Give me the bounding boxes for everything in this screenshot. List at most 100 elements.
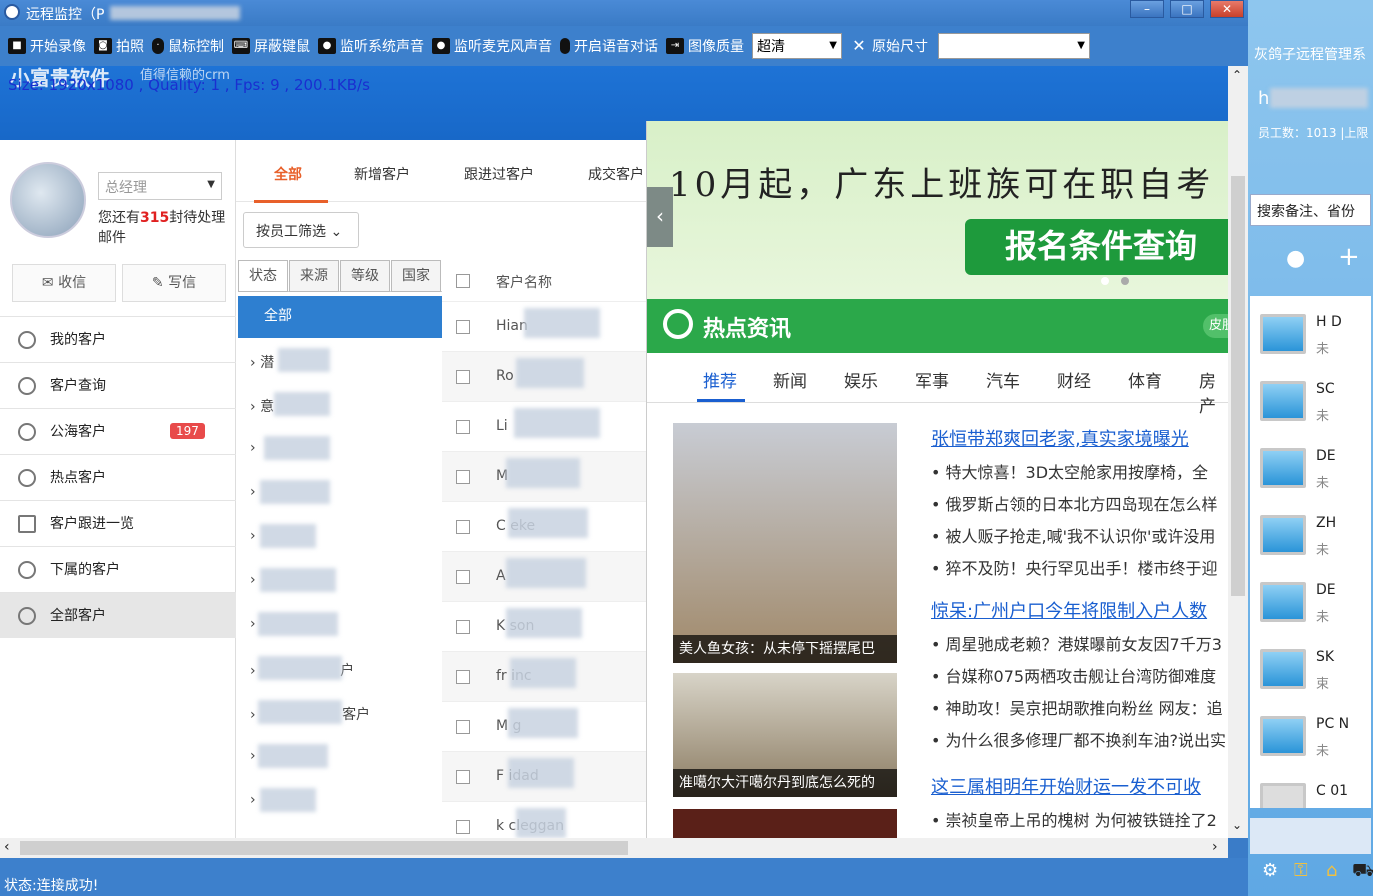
extra-select[interactable]: ▼ xyxy=(938,33,1090,59)
headline-link[interactable]: 张恒带郑爽回老家,真实家境曝光 xyxy=(931,425,1189,451)
client-search-input[interactable]: 搜索备注、省份 xyxy=(1250,194,1371,226)
listen-mic-button[interactable]: ● 监听麦克风声音 xyxy=(432,36,552,56)
gear-icon[interactable]: ⚙ xyxy=(1262,860,1278,881)
headline-link[interactable]: 这三属相明年开始财运一发不可收 xyxy=(931,773,1201,799)
news-tab-recommend[interactable]: 推荐 xyxy=(703,367,737,392)
scroll-thumb[interactable] xyxy=(1231,176,1245,596)
status-item-all[interactable]: 全部 xyxy=(238,296,442,338)
subtab-source[interactable]: 来源 xyxy=(289,260,339,292)
headline-link[interactable]: 惊呆:广州户口今年将限制入户人数 xyxy=(931,597,1207,623)
maximize-button[interactable]: □ xyxy=(1170,0,1204,18)
nav-subordinate-customers[interactable]: 下属的客户 xyxy=(0,546,236,592)
news-link[interactable]: • 崇祯皇帝上吊的槐树 为何被铁链拴了2 xyxy=(931,807,1217,831)
row-checkbox[interactable] xyxy=(456,370,470,384)
row-checkbox[interactable] xyxy=(456,320,470,334)
record-button[interactable]: ■ 开始录像 xyxy=(8,36,86,56)
news-link[interactable]: • 猝不及防！央行罕见出手！楼市终于迎 xyxy=(931,555,1218,579)
news-link[interactable]: • 神助攻！吴京把胡歌推向粉丝 网友：追 xyxy=(931,695,1223,719)
status-item[interactable]: › xyxy=(250,572,256,588)
news-tab-news[interactable]: 新闻 xyxy=(773,367,807,392)
news-link[interactable]: • 特大惊喜！3D太空舱家用按摩椅，全 xyxy=(931,459,1208,483)
row-checkbox[interactable] xyxy=(456,670,470,684)
select-all-checkbox[interactable] xyxy=(456,274,470,288)
row-checkbox[interactable] xyxy=(456,720,470,734)
carousel-dot[interactable] xyxy=(1121,277,1129,285)
news-image-3[interactable] xyxy=(673,809,897,838)
news-tab-ent[interactable]: 娱乐 xyxy=(844,367,878,392)
row-checkbox[interactable] xyxy=(456,570,470,584)
news-link[interactable]: • 台媒称075两栖攻击舰让台湾防御难度 xyxy=(931,663,1216,687)
chevron-left-icon[interactable]: ‹ xyxy=(4,839,10,855)
collapse-button[interactable]: ‹ xyxy=(647,187,673,247)
client-item[interactable]: H D 未 xyxy=(1254,306,1370,366)
news-tab-finance[interactable]: 财经 xyxy=(1057,367,1091,392)
nav-hot-customers[interactable]: 热点客户 xyxy=(0,454,236,500)
minimize-button[interactable]: – xyxy=(1130,0,1164,18)
client-item[interactable]: DE 未 xyxy=(1254,440,1370,500)
key-icon[interactable]: ⚿ xyxy=(1294,860,1308,881)
nav-my-customers[interactable]: 我的客户 xyxy=(0,316,236,362)
close-button[interactable]: ✕ xyxy=(1210,0,1244,18)
banner-button[interactable]: 报名条件查询 xyxy=(965,219,1228,275)
role-select[interactable]: 总经理 ▼ xyxy=(98,172,222,200)
tab-followed[interactable]: 跟进过客户 xyxy=(464,164,534,184)
tab-new[interactable]: 新增客户 xyxy=(354,164,410,184)
quality-select[interactable]: 超清 ▼ xyxy=(752,33,842,59)
news-link[interactable]: • 俄罗斯占领的日本北方四岛现在怎么样 xyxy=(931,491,1218,515)
employee-filter[interactable]: 按员工筛选 ⌄ xyxy=(243,212,359,248)
subtab-country[interactable]: 国家 xyxy=(391,260,441,292)
status-item[interactable]: › xyxy=(250,440,256,456)
carousel-dot[interactable] xyxy=(1101,277,1109,285)
tab-closed[interactable]: 成交客户 xyxy=(588,164,644,184)
nav-public-customers[interactable]: 公海客户 197 xyxy=(0,408,236,454)
news-tab-auto[interactable]: 汽车 xyxy=(986,367,1020,392)
status-item[interactable]: › xyxy=(250,528,256,544)
skin-button[interactable]: 皮肤 xyxy=(1203,314,1228,338)
original-size-button[interactable]: ✕ 原始尺寸 xyxy=(850,36,928,56)
tab-all[interactable]: 全部 xyxy=(274,164,302,184)
row-checkbox[interactable] xyxy=(456,620,470,634)
listen-system-button[interactable]: ● 监听系统声音 xyxy=(318,36,424,56)
status-item[interactable]: › xyxy=(250,484,256,500)
block-input-button[interactable]: ⌨ 屏蔽键鼠 xyxy=(232,36,310,56)
client-item[interactable]: SK 束 xyxy=(1254,641,1370,701)
row-checkbox[interactable] xyxy=(456,820,470,834)
news-link[interactable]: • 被人贩子抢走,喊'我不认识你'或许没用 xyxy=(931,523,1215,547)
cart-icon[interactable]: ⛟ xyxy=(1352,860,1373,884)
user-icon[interactable]: ● xyxy=(1286,246,1305,271)
status-item[interactable]: › 意 xyxy=(250,396,274,416)
news-image-2[interactable]: 准噶尔大汗噶尔丹到底怎么死的 xyxy=(673,673,897,797)
compose-button[interactable]: ✎ 写信 xyxy=(122,264,226,302)
news-image-1[interactable]: 美人鱼女孩：从未停下摇摆尾巴 xyxy=(673,423,897,663)
inbox-button[interactable]: ✉ 收信 xyxy=(12,264,116,302)
horizontal-scrollbar[interactable]: ‹ › xyxy=(0,838,1228,858)
scroll-thumb[interactable] xyxy=(20,841,628,855)
chevron-right-icon[interactable]: › xyxy=(1212,839,1218,855)
client-item[interactable]: DE 未 xyxy=(1254,574,1370,634)
lock-icon[interactable]: ⌂ xyxy=(1326,860,1337,881)
add-icon[interactable]: + xyxy=(1338,242,1360,272)
status-item[interactable]: › xyxy=(250,616,256,632)
client-item[interactable]: C 01 xyxy=(1254,775,1370,808)
status-item[interactable]: › 潜 xyxy=(250,352,274,372)
remote-screen[interactable]: 小富贵软件 值得信赖的crm Size: 1920x1080 , Quality… xyxy=(0,66,1228,838)
photo-button[interactable]: ◙ 拍照 xyxy=(94,36,144,56)
row-checkbox[interactable] xyxy=(456,520,470,534)
news-link[interactable]: • 周星驰成老赖？港媒曝前女友因7千万3 xyxy=(931,631,1222,655)
nav-follow-overview[interactable]: 客户跟进一览 xyxy=(0,500,236,546)
vertical-scrollbar[interactable]: ⌃ ⌄ xyxy=(1228,66,1248,838)
status-item[interactable]: › xyxy=(250,792,256,808)
client-item[interactable]: SC 未 xyxy=(1254,373,1370,433)
news-tab-sports[interactable]: 体育 xyxy=(1128,367,1162,392)
client-item[interactable]: ZH 未 xyxy=(1254,507,1370,567)
ad-banner[interactable]: 10月起，广东上班族可在职自考 报名条件查询 xyxy=(647,121,1228,299)
news-link[interactable]: • 为什么很多修理厂都不换刹车油?说出实 xyxy=(931,727,1226,751)
subtab-status[interactable]: 状态 xyxy=(238,260,288,292)
news-tab-estate[interactable]: 房产 xyxy=(1199,367,1228,417)
client-item[interactable]: PC N 未 xyxy=(1254,708,1370,768)
row-checkbox[interactable] xyxy=(456,770,470,784)
nav-customer-search[interactable]: 客户查询 xyxy=(0,362,236,408)
voice-chat-button[interactable]: 开启语音对话 xyxy=(560,36,658,56)
row-checkbox[interactable] xyxy=(456,470,470,484)
mouse-control-button[interactable]: · 鼠标控制 xyxy=(152,36,224,56)
